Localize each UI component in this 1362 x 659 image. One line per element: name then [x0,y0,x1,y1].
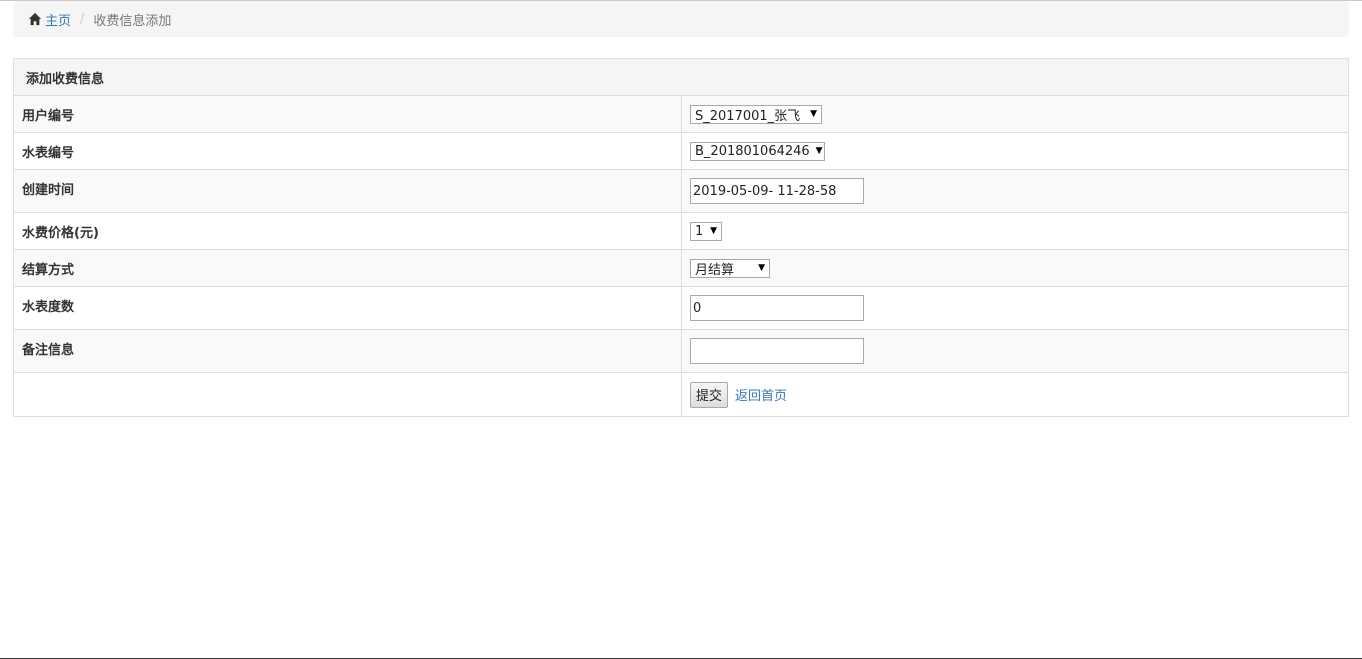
meter-id-label: 水表编号 [14,133,682,169]
breadcrumb-separator: / [80,11,85,27]
breadcrumb-home-label[interactable]: 主页 [45,10,71,29]
actions-label-empty [14,373,682,416]
remark-input[interactable] [690,338,864,364]
form-row-price: 水费价格(元) 1 ▼ [14,213,1348,250]
caret-down-icon: ▼ [815,146,823,156]
created-time-input[interactable] [690,178,864,204]
user-id-select[interactable]: S_2017001_张飞 ▼ [690,104,822,124]
created-time-label: 创建时间 [14,170,682,212]
price-select[interactable]: 1 ▼ [690,221,722,241]
user-id-selected-value: S_2017001_张飞 [695,108,801,124]
meter-id-selected-value: B_201801064246 [695,143,810,159]
user-id-label: 用户编号 [14,96,682,132]
form-row-actions: 提交 返回首页 [14,373,1348,416]
add-fee-panel: 添加收费信息 用户编号 S_2017001_张飞 ▼ 水表编号 B_201801… [13,58,1349,417]
form-row-settlement: 结算方式 月结算 ▼ [14,250,1348,287]
submit-button[interactable]: 提交 [690,381,729,408]
caret-down-icon: ▼ [810,109,817,119]
form-row-remark: 备注信息 [14,330,1348,373]
remark-label: 备注信息 [14,330,682,372]
caret-down-icon: ▼ [758,263,765,273]
form-row-reading: 水表度数 [14,287,1348,330]
form-row-meter-id: 水表编号 B_201801064246 ▼ [14,133,1348,170]
price-selected-value: 1 [695,223,704,239]
reading-label: 水表度数 [14,287,682,329]
form-row-user-id: 用户编号 S_2017001_张飞 ▼ [14,96,1348,133]
settlement-select[interactable]: 月结算 ▼ [690,258,770,278]
settlement-label: 结算方式 [14,250,682,286]
meter-id-select[interactable]: B_201801064246 ▼ [690,141,825,161]
breadcrumb-current: 收费信息添加 [93,13,172,29]
settlement-selected-value: 月结算 [695,262,735,278]
caret-down-icon: ▼ [710,226,717,236]
back-home-link[interactable]: 返回首页 [735,385,787,404]
home-icon [28,12,42,26]
panel-title: 添加收费信息 [14,59,1348,96]
breadcrumb-home-link[interactable]: 主页 [28,10,71,29]
price-label: 水费价格(元) [14,213,682,249]
form-row-created-time: 创建时间 [14,170,1348,213]
breadcrumb: 主页 / 收费信息添加 [13,1,1349,37]
reading-input[interactable] [690,295,864,321]
